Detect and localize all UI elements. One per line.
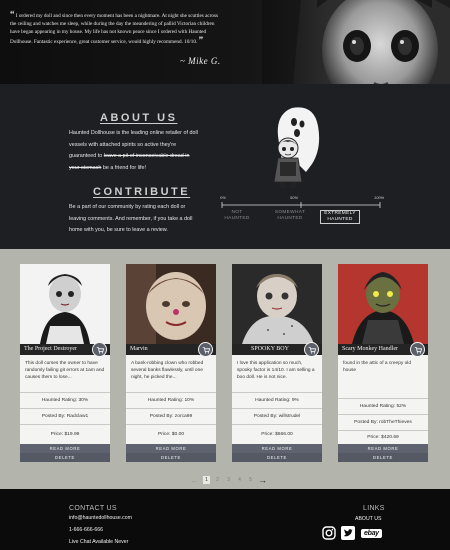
ebay-icon[interactable]: ebay <box>361 528 382 538</box>
social-links: ebay <box>322 526 382 540</box>
instagram-icon[interactable] <box>322 526 336 540</box>
delete-button[interactable]: DELETE <box>20 453 110 462</box>
open-quote-mark: “ <box>10 9 15 19</box>
scale-tick-0: 0% <box>220 195 226 200</box>
scale-line <box>221 202 381 208</box>
links-title: LINKS <box>363 505 385 512</box>
page-link-2[interactable]: 2 <box>214 477 221 483</box>
haunted-rating: Haunted Rating: 52% <box>338 398 428 414</box>
product-description: This doll curses the owner to have rando… <box>25 361 105 380</box>
close-quote-mark: ” <box>198 35 204 45</box>
product-description: found in the attic of a creepy old house <box>343 361 411 373</box>
product-photo[interactable] <box>338 264 428 344</box>
cart-icon <box>414 346 422 354</box>
testimonial-hero: “ I ordered my doll and since then every… <box>0 0 450 84</box>
haunted-rating: Haunted Rating: 9% <box>232 392 322 408</box>
contribute-title: CONTRIBUTE <box>93 186 191 198</box>
haunted-rating: Haunted Rating: 10% <box>126 392 216 408</box>
product-price: Price: $666.00 <box>232 424 322 444</box>
pagination: ← 1 2 3 4 5 → <box>190 475 267 485</box>
read-more-button[interactable]: READ MORE <box>126 444 216 453</box>
product-grid: The Project Destroyer This doll curses t… <box>0 249 450 489</box>
contact-us-title: CONTACT US <box>69 505 117 512</box>
cart-icon <box>202 346 210 354</box>
product-card: Marvin A bank-robbing clown who robbed s… <box>126 264 216 462</box>
add-to-cart-button[interactable] <box>410 342 425 357</box>
contribute-text: Be a part of our community by rating eac… <box>69 204 193 233</box>
product-card: SPOOKY BOY I love this application so mu… <box>232 264 322 462</box>
about-text-end: be a friend for life! <box>101 164 147 171</box>
haunted-scale: 0% 50% 100% NOT HAUNTED SOMEWHAT HAUNTED… <box>220 195 390 226</box>
site-footer: CONTACT US info@hauntedollhouse.com 1-66… <box>0 489 450 550</box>
product-description: I love this application so much, spooky … <box>237 361 315 380</box>
posted-by: Posted By: Radclaw1 <box>20 408 110 424</box>
haunted-rating: Haunted Rating: 30% <box>20 392 110 408</box>
contact-phone: 1-666-666-666 <box>69 527 104 533</box>
scale-tick-100: 100% <box>374 195 385 200</box>
delete-button[interactable]: DELETE <box>232 453 322 462</box>
add-to-cart-button[interactable] <box>304 342 319 357</box>
add-to-cart-button[interactable] <box>198 342 213 357</box>
about-us-link[interactable]: ABOUT US <box>355 516 381 522</box>
about-us-text: Haunted Dollhouse is the leading online … <box>69 128 199 174</box>
scale-label-somewhat-haunted: SOMEWHAT HAUNTED <box>274 210 306 221</box>
delete-button[interactable]: DELETE <box>126 453 216 462</box>
product-photo[interactable] <box>232 264 322 344</box>
arrow-left-icon[interactable]: ← <box>190 475 199 485</box>
ghost-doll-illustration <box>273 107 320 188</box>
page-link-1[interactable]: 1 <box>203 476 210 484</box>
product-card: The Project Destroyer This doll curses t… <box>20 264 110 462</box>
product-price: Price: $420.69 <box>338 430 428 444</box>
product-photo[interactable] <box>20 264 110 344</box>
testimonial-text: I ordered my doll and since then every m… <box>10 13 219 45</box>
page-link-4[interactable]: 4 <box>236 477 243 483</box>
add-to-cart-button[interactable] <box>92 342 107 357</box>
delete-button[interactable]: DELETE <box>338 453 428 462</box>
product-price: Price: $19.99 <box>20 424 110 444</box>
product-photo[interactable] <box>126 264 216 344</box>
contact-email-link[interactable]: info@hauntedollhouse.com <box>69 515 132 521</box>
page-link-5[interactable]: 5 <box>247 477 254 483</box>
live-chat-status: Live Chat Available Never <box>69 539 129 545</box>
scale-tick-50: 50% <box>290 195 299 200</box>
cart-icon <box>308 346 316 354</box>
product-price: Price: $0.00 <box>126 424 216 444</box>
scale-label-not-haunted: NOT HAUNTED <box>224 210 250 221</box>
read-more-button[interactable]: READ MORE <box>338 444 428 453</box>
testimonial-quote: “ I ordered my doll and since then every… <box>10 10 225 46</box>
doll-face-image <box>262 0 450 84</box>
posted-by: Posted By: willstrudel <box>232 408 322 424</box>
page-link-3[interactable]: 3 <box>225 477 232 483</box>
about-us-title: ABOUT US <box>100 112 178 124</box>
read-more-button[interactable]: READ MORE <box>20 444 110 453</box>
cart-icon <box>96 346 104 354</box>
product-card: Scary Monkey Handler found in the attic … <box>338 264 428 462</box>
read-more-button[interactable]: READ MORE <box>232 444 322 453</box>
testimonial-author: ~ Mike G. <box>180 56 221 66</box>
posted-by: Posted By: robTheThieves <box>338 414 428 430</box>
arrow-right-icon[interactable]: → <box>258 475 267 485</box>
twitter-icon[interactable] <box>341 526 355 540</box>
posted-by: Posted By: zorca99 <box>126 408 216 424</box>
scale-label-extremely-haunted: EXTREMELY HAUNTED <box>320 210 360 224</box>
product-description: A bank-robbing clown who robbed several … <box>131 361 204 380</box>
